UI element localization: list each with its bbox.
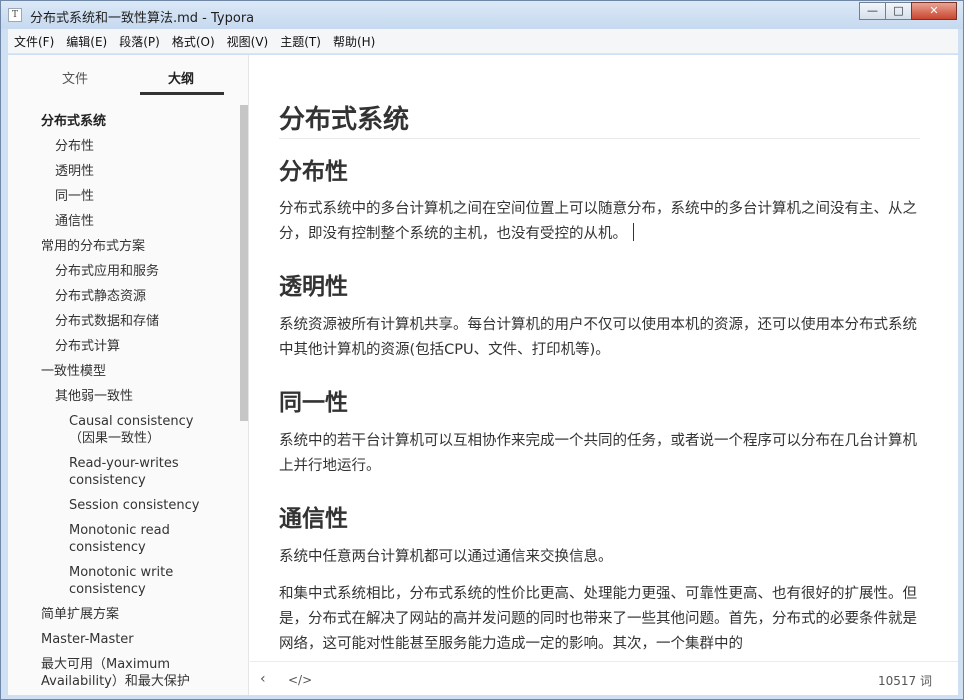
sidebar: 文件 大纲 分布式系统 分布性 透明性 同一性 通信性 常用的分布式方案 分布式… <box>8 55 249 695</box>
close-icon: ✕ <box>929 4 939 17</box>
outline-item[interactable]: 分布式数据和存储 <box>55 313 225 330</box>
doc-heading-2: 同一性 <box>279 390 348 416</box>
doc-paragraph[interactable]: 系统中任意两台计算机都可以通过通信来交换信息。 <box>279 545 920 570</box>
sidebar-tabs: 文件 大纲 <box>8 55 248 99</box>
outline-item[interactable]: 常用的分布式方案 <box>41 238 211 255</box>
doc-heading-2: 分布性 <box>279 159 348 185</box>
outline-item[interactable]: 其他弱一致性 <box>55 388 225 405</box>
outline-item[interactable]: 简单扩展方案 <box>41 606 211 623</box>
menu-theme[interactable]: 主题(T) <box>280 33 321 50</box>
code-icon[interactable]: </> <box>288 673 312 687</box>
outline-item[interactable]: Read-your-writes consistency <box>69 455 194 489</box>
tab-files[interactable]: 文件 <box>33 68 117 87</box>
word-count[interactable]: 10517 词 <box>878 672 932 689</box>
tab-outline[interactable]: 大纲 <box>139 68 223 87</box>
outline-item[interactable]: Master-Master <box>41 631 211 648</box>
doc-paragraph[interactable]: 和集中式系统相比，分布式系统的性价比更高、处理能力更强、可靠性更高、也有很好的扩… <box>279 582 920 657</box>
minimize-icon: — <box>867 4 878 17</box>
outline-item[interactable]: Session consistency <box>69 497 219 514</box>
outline-item[interactable]: 分布式计算 <box>55 338 225 355</box>
menu-file[interactable]: 文件(F) <box>14 33 54 50</box>
typora-app-icon: T <box>8 8 22 22</box>
outline-item[interactable]: Causal consistency（因果一致性） <box>69 413 219 447</box>
editor-pane[interactable]: 分布式系统 分布性 分布式系统中的多台计算机之间在空间位置上可以随意分布，系统中… <box>250 55 958 661</box>
client-area: 文件 大纲 分布式系统 分布性 透明性 同一性 通信性 常用的分布式方案 分布式… <box>8 55 958 695</box>
doc-paragraph[interactable]: 系统资源被所有计算机共享。每台计算机的用户不仅可以使用本机的资源，还可以使用本分… <box>279 313 920 363</box>
chevron-left-icon[interactable]: ‹ <box>260 671 266 687</box>
outline-item[interactable]: 分布式静态资源 <box>55 288 225 305</box>
menu-bar: 文件(F) 编辑(E) 段落(P) 格式(O) 视图(V) 主题(T) 帮助(H… <box>8 29 958 54</box>
sidebar-scrollbar-thumb[interactable] <box>240 105 248 421</box>
menu-format[interactable]: 格式(O) <box>172 33 215 50</box>
menu-view[interactable]: 视图(V) <box>227 33 269 50</box>
window-controls: — □ ✕ <box>859 2 957 20</box>
window-frame: T 分布式系统和一致性算法.md - Typora — □ ✕ 文件(F) 编辑… <box>0 0 964 700</box>
doc-paragraph[interactable]: 系统中的若干台计算机可以互相协作来完成一个共同的任务，或者说一个程序可以分布在几… <box>279 429 920 479</box>
outline-item[interactable]: 一致性模型 <box>41 363 211 380</box>
menu-edit[interactable]: 编辑(E) <box>66 33 107 50</box>
doc-paragraph[interactable]: 分布式系统中的多台计算机之间在空间位置上可以随意分布，系统中的多台计算机之间没有… <box>279 197 920 247</box>
doc-heading-2: 通信性 <box>279 506 348 532</box>
maximize-button[interactable]: □ <box>885 2 912 20</box>
outline-item[interactable]: Monotonic write consistency <box>69 564 194 598</box>
menu-paragraph[interactable]: 段落(P) <box>119 33 160 50</box>
outline-item[interactable]: 通信性 <box>55 213 225 230</box>
outline-item[interactable]: 同一性 <box>55 188 225 205</box>
title-bar[interactable]: T 分布式系统和一致性算法.md - Typora — □ ✕ <box>1 1 963 29</box>
window-title: 分布式系统和一致性算法.md - Typora <box>30 11 255 26</box>
doc-heading-2: 透明性 <box>279 274 348 300</box>
maximize-icon: □ <box>893 4 904 17</box>
outline-item[interactable]: 分布式系统 <box>41 113 211 130</box>
outline-item[interactable]: 透明性 <box>55 163 225 180</box>
menu-help[interactable]: 帮助(H) <box>333 33 375 50</box>
doc-heading-1: 分布式系统 <box>279 99 920 139</box>
active-tab-indicator <box>140 92 224 95</box>
minimize-button[interactable]: — <box>859 2 886 20</box>
status-footer: ‹ </> 10517 词 <box>250 661 958 695</box>
outline-item[interactable]: 最大可用（Maximum Availability）和最大保护 <box>41 656 206 690</box>
outline-item[interactable]: 分布式应用和服务 <box>55 263 225 280</box>
outline-item[interactable]: 分布性 <box>55 138 225 155</box>
outline-item[interactable]: Monotonic read consistency <box>69 522 194 556</box>
close-button[interactable]: ✕ <box>911 2 957 20</box>
text-caret <box>633 223 634 241</box>
